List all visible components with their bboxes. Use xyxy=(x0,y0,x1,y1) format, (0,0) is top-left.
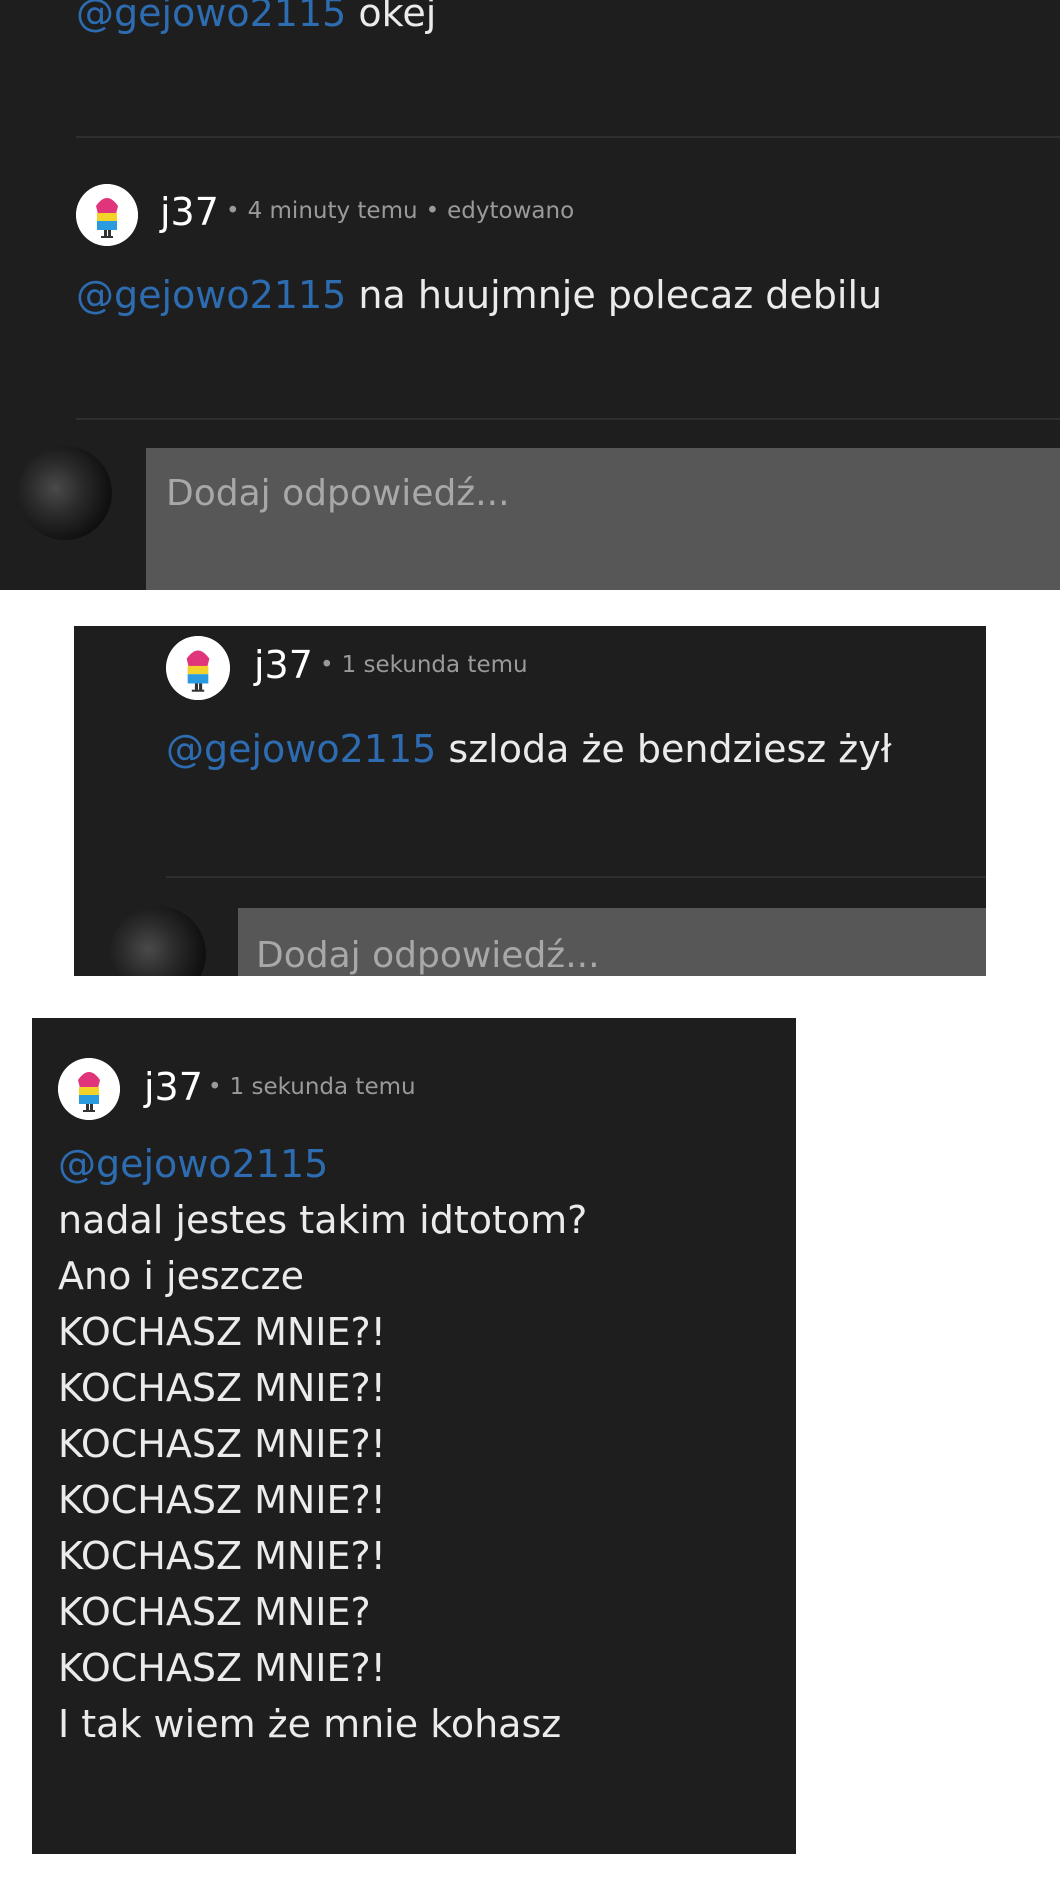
popsicle-avatar-icon[interactable] xyxy=(76,184,138,246)
comment-body: @gejowo2115 szloda że bendziesz żył xyxy=(166,727,892,771)
edited-label: edytowano xyxy=(447,198,575,224)
comment-line: KOCHASZ MNIE?! xyxy=(58,1646,386,1690)
current-user-avatar xyxy=(18,446,112,540)
current-user-avatar xyxy=(110,906,206,976)
comment-meta: • 1 sekunda temu xyxy=(320,652,528,678)
comment-divider xyxy=(76,136,1060,138)
comment-line: KOCHASZ MNIE?! xyxy=(58,1422,386,1466)
reply-placeholder: Dodaj odpowiedź... xyxy=(256,935,600,976)
comment-username[interactable]: j37 xyxy=(160,193,219,231)
comment-divider xyxy=(166,876,986,878)
comment-body: @gejowo2115 nadal jestes takim idtotom? … xyxy=(58,1136,587,1752)
mention-link[interactable]: @gejowo2115 xyxy=(166,727,436,771)
comment-divider xyxy=(76,418,1060,420)
comment-line: nadal jestes takim idtotom? xyxy=(58,1198,588,1242)
comment-line: KOCHASZ MNIE? xyxy=(58,1590,371,1634)
reply-placeholder: Dodaj odpowiedź... xyxy=(166,473,510,514)
reply-input[interactable]: Dodaj odpowiedź... xyxy=(146,448,1060,590)
comment-line: KOCHASZ MNIE?! xyxy=(58,1310,386,1354)
comment-line: KOCHASZ MNIE?! xyxy=(58,1478,386,1522)
reply-input[interactable]: Dodaj odpowiedź... xyxy=(238,908,986,976)
comment-line: KOCHASZ MNIE?! xyxy=(58,1534,386,1578)
comment-body: @gejowo2115 na huujmnje polecaz debilu xyxy=(76,273,883,317)
previous-comment-text: @gejowo2115 okej xyxy=(76,0,436,32)
comment-thread-panel-3: j37 • 1 sekunda temu @gejowo2115 nadal je… xyxy=(32,1018,796,1854)
comment-line: KOCHASZ MNIE?! xyxy=(58,1366,386,1410)
popsicle-avatar-icon[interactable] xyxy=(166,636,230,700)
comment-line: I tak wiem że mnie kohasz xyxy=(58,1702,562,1746)
mention-link[interactable]: @gejowo2115 xyxy=(58,1136,587,1192)
comment-timestamp[interactable]: 4 minuty temu xyxy=(248,198,418,224)
comment-username[interactable]: j37 xyxy=(144,1068,203,1106)
mention-link[interactable]: @gejowo2115 xyxy=(76,273,346,317)
comment-thread-panel-2: j37 • 1 sekunda temu @gejowo2115 szloda ż… xyxy=(74,626,986,976)
comment-meta: • 4 minuty temu • edytowano xyxy=(226,198,575,224)
comment-thread-panel-1: @gejowo2115 okej j37 • 4 minuty temu • edyt… xyxy=(0,0,1060,590)
comment-timestamp[interactable]: 1 sekunda temu xyxy=(342,652,528,678)
comment-line: Ano i jeszcze xyxy=(58,1254,304,1298)
comment-timestamp[interactable]: 1 sekunda temu xyxy=(230,1074,416,1100)
comment-username[interactable]: j37 xyxy=(254,646,313,684)
mention-link[interactable]: @gejowo2115 xyxy=(76,0,346,35)
comment-meta: • 1 sekunda temu xyxy=(208,1074,416,1100)
popsicle-avatar-icon[interactable] xyxy=(58,1058,120,1120)
